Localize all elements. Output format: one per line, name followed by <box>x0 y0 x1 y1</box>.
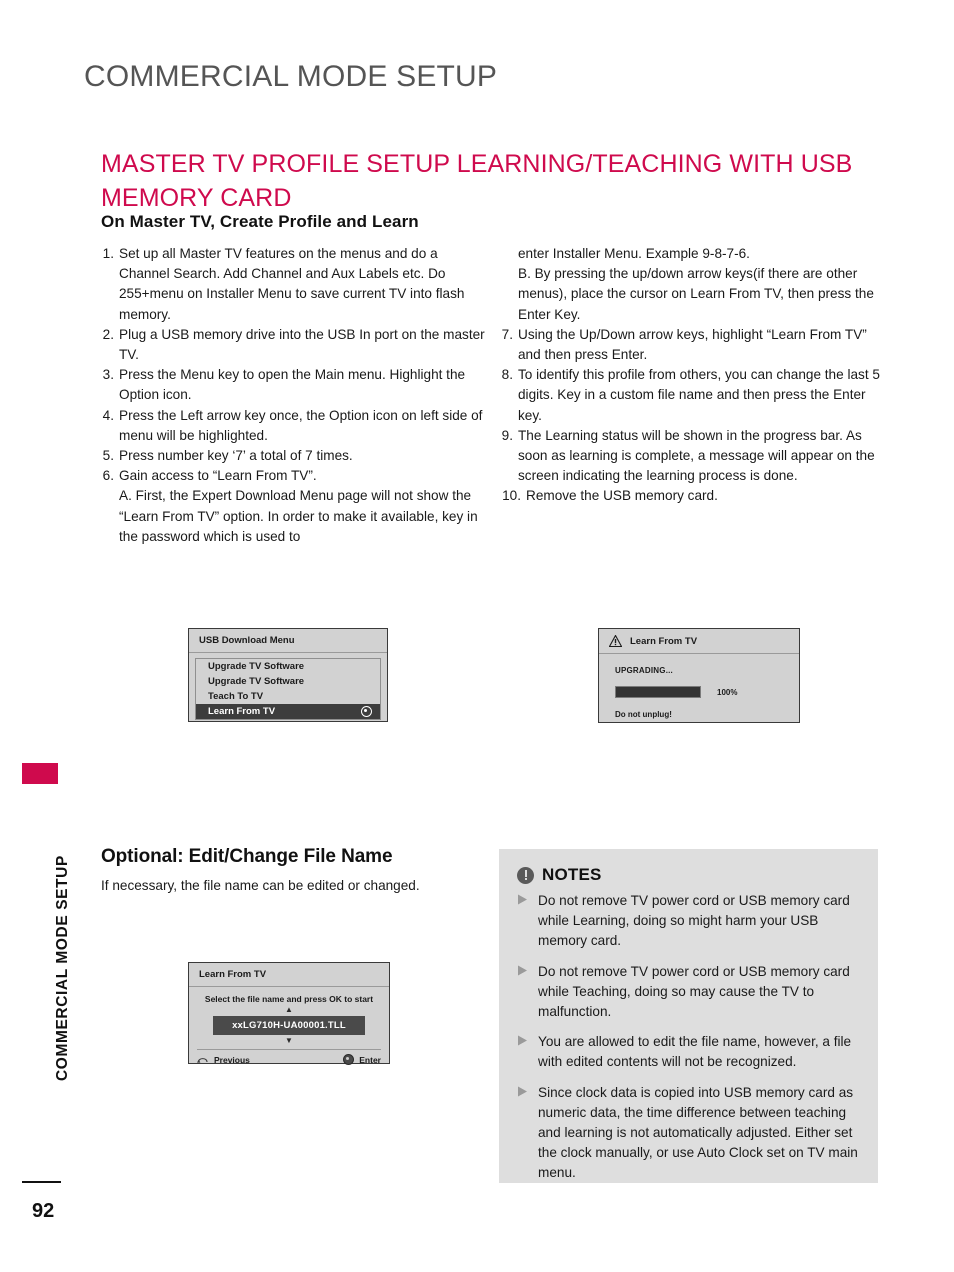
list-item: 7. Using the Up/Down arrow keys, highlig… <box>500 325 890 365</box>
step-number: 2. <box>102 326 114 342</box>
page-number: 92 <box>32 1200 55 1222</box>
list-item: Since clock data is copied into USB memo… <box>517 1083 860 1184</box>
usb-download-menu-dialog: USB Download Menu Upgrade TV Software Up… <box>188 628 388 722</box>
learn-from-tv-progress-title: Learn From TV <box>599 629 799 654</box>
list-item: 10. Remove the USB memory card. <box>500 486 890 506</box>
menu-item-label: Upgrade TV Software <box>208 676 305 687</box>
sub-step-a: A. First, the Expert Download Menu page … <box>119 488 478 544</box>
side-tab-label: COMMERCIAL MODE SETUP <box>54 855 71 1081</box>
filename-dialog-footer: Previous Enter <box>197 1049 381 1065</box>
progress-body: UPGRADING... 100% Do not unplug! <box>599 654 799 719</box>
menu-item-label: Teach To TV <box>208 691 264 702</box>
notes-box: NOTES Do not remove TV power cord or USB… <box>499 849 878 1183</box>
step-text: Using the Up/Down arrow keys, highlight … <box>518 326 867 363</box>
progress-bar-fill <box>616 687 700 697</box>
progress-percent-label: 100% <box>717 687 738 697</box>
optional-section-heading: Optional: Edit/Change File Name <box>101 846 393 867</box>
previous-button-label: Previous <box>214 1054 250 1065</box>
filename-dialog-body: Select the file name and press OK to sta… <box>189 987 389 1065</box>
step-text: Press the Menu key to open the Main menu… <box>119 367 466 403</box>
triangle-right-icon <box>517 891 533 908</box>
filename-instruction-text: Select the file name and press OK to sta… <box>204 994 374 1004</box>
list-item: 9. The Learning status will be shown in … <box>500 426 890 487</box>
list-item: Do not remove TV power cord or USB memor… <box>517 962 860 1023</box>
note-text: Do not remove TV power cord or USB memor… <box>538 893 850 949</box>
step-number: 1. <box>102 246 114 261</box>
notes-title: NOTES <box>542 865 602 884</box>
upgrading-status-label: UPGRADING... <box>615 666 673 675</box>
dialog-title-text: Learn From TV <box>630 635 698 647</box>
step-text: Remove the USB memory card. <box>526 488 718 504</box>
menu-item-upgrade-tv-software-1[interactable]: Upgrade TV Software <box>196 659 380 674</box>
triangle-right-icon <box>517 1032 533 1049</box>
progress-bar <box>615 686 701 698</box>
enter-dot-icon <box>343 1054 355 1065</box>
enter-button-label: Enter <box>359 1054 381 1065</box>
learn-from-tv-filename-dialog: Learn From TV Select the file name and p… <box>188 962 390 1065</box>
menu-item-upgrade-tv-software-2[interactable]: Upgrade TV Software <box>196 674 380 689</box>
chevron-up-icon[interactable]: ▲ <box>189 1006 389 1014</box>
note-text: Do not remove TV power cord or USB memor… <box>538 963 850 1020</box>
step-number: 6. <box>102 468 114 484</box>
step-text: Gain access to “Learn From TV”. <box>119 468 317 484</box>
progress-row: 100% <box>615 686 799 698</box>
step-continuation: enter Installer Menu. Example 9-8-7-6. <box>518 246 750 261</box>
footer-divider <box>22 1181 61 1183</box>
step-number: 7. <box>501 326 513 342</box>
list-item: 1. Set up all Master TV features on the … <box>101 244 487 325</box>
list-item: 3. Press the Menu key to open the Main m… <box>101 365 487 405</box>
back-arrow-icon <box>197 1054 209 1065</box>
instructions-column-right: enter Installer Menu. Example 9-8-7-6. B… <box>500 244 890 507</box>
ok-button-icon <box>361 706 372 717</box>
usb-download-menu-list: Upgrade TV Software Upgrade TV Software … <box>195 658 381 720</box>
side-tab-color-swatch <box>22 763 58 784</box>
step-number: 5. <box>102 448 114 464</box>
step-number: 8. <box>501 367 513 383</box>
note-text: Since clock data is copied into USB memo… <box>538 1084 858 1181</box>
instructions-column-left: 1. Set up all Master TV features on the … <box>101 244 487 547</box>
section-subheading: On Master TV, Create Profile and Learn <box>101 212 419 231</box>
page-title: COMMERCIAL MODE SETUP <box>84 60 498 93</box>
list-item: 5. Press number key ‘7’ a total of 7 tim… <box>101 446 487 466</box>
notes-header: NOTES <box>517 865 860 885</box>
list-item: 6. Gain access to “Learn From TV”. <box>101 466 487 486</box>
step-number: 4. <box>102 407 114 423</box>
menu-item-teach-to-tv[interactable]: Teach To TV <box>196 689 380 704</box>
list-item: 2. Plug a USB memory drive into the USB … <box>101 325 487 365</box>
note-text: You are allowed to edit the file name, h… <box>538 1034 852 1070</box>
step-text: The Learning status will be shown in the… <box>518 427 875 484</box>
step-number: 3. <box>102 367 114 383</box>
optional-section-text: If necessary, the file name can be edite… <box>101 878 420 893</box>
menu-item-label: Upgrade TV Software <box>208 661 305 672</box>
step-text: Plug a USB memory drive into the USB In … <box>119 326 485 363</box>
enter-button[interactable]: Enter <box>343 1054 381 1065</box>
menu-item-label: Learn From TV <box>208 706 276 717</box>
step-text: Press the Left arrow key once, the Optio… <box>119 407 483 443</box>
list-item: Do not remove TV power cord or USB memor… <box>517 891 860 952</box>
section-heading: MASTER TV PROFILE SETUP LEARNING/TEACHIN… <box>101 150 853 212</box>
previous-button[interactable]: Previous <box>197 1054 250 1065</box>
triangle-right-icon <box>517 962 533 979</box>
step-text: Set up all Master TV features on the men… <box>119 246 465 322</box>
step-number: 10. <box>502 488 521 504</box>
list-item: You are allowed to edit the file name, h… <box>517 1032 860 1072</box>
triangle-right-icon <box>517 1083 533 1100</box>
do-not-unplug-warning: Do not unplug! <box>615 710 672 719</box>
menu-item-learn-from-tv[interactable]: Learn From TV <box>196 704 380 719</box>
filename-dialog-title: Learn From TV <box>189 963 389 987</box>
step-number: 9. <box>501 427 513 443</box>
warning-triangle-icon <box>608 634 623 648</box>
exclamation-icon <box>517 866 534 884</box>
sub-step-b: B. By pressing the up/down arrow keys(if… <box>518 266 874 322</box>
step-text: Press number key ‘7’ a total of 7 times. <box>119 448 353 464</box>
list-item: 8. To identify this profile from others,… <box>500 365 890 426</box>
list-item: 4. Press the Left arrow key once, the Op… <box>101 406 487 446</box>
usb-download-menu-title: USB Download Menu <box>189 629 387 653</box>
filename-value[interactable]: xxLG710H-UA00001.TLL <box>213 1016 365 1035</box>
learn-from-tv-progress-dialog: Learn From TV UPGRADING... 100% Do not u… <box>598 628 800 723</box>
chevron-down-icon[interactable]: ▼ <box>189 1037 389 1045</box>
step-text: To identify this profile from others, yo… <box>518 367 880 423</box>
